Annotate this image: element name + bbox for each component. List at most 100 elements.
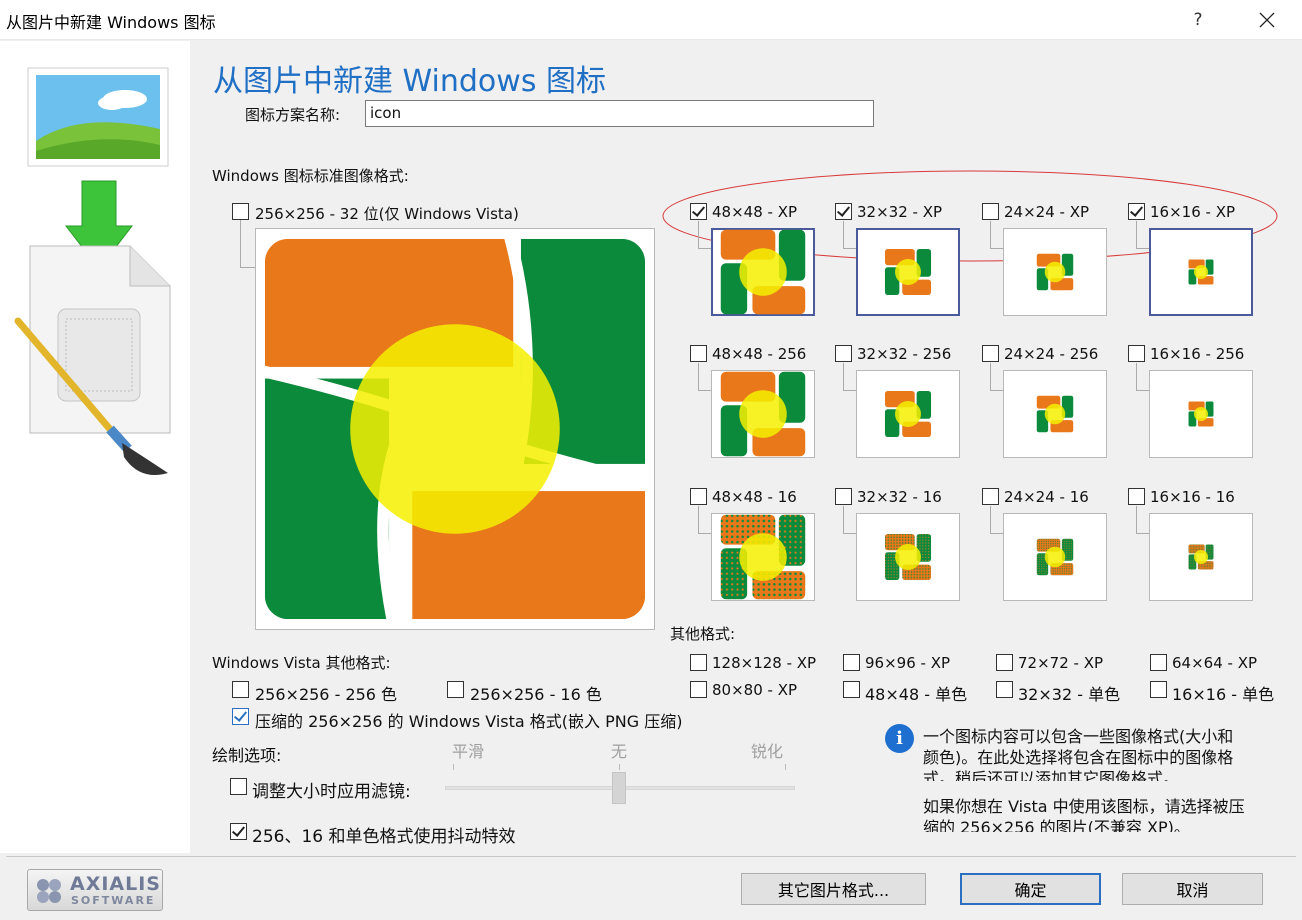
other-format-checkbox[interactable]	[1150, 654, 1167, 671]
dialog-window: 从图片中新建 Windows 图标 ? 从图片中新建 Windows 图标 图标…	[0, 0, 1302, 920]
icon-preview-image	[884, 533, 932, 581]
cancel-button[interactable]: 取消	[1122, 873, 1263, 905]
info-icon: i	[885, 724, 914, 753]
format-label: 32×32 - XP	[857, 203, 943, 221]
format-checkbox[interactable]	[982, 345, 999, 362]
format-checkbox[interactable]	[835, 203, 852, 220]
other-format-label: 96×96 - XP	[865, 654, 951, 672]
other-format-label: 128×128 - XP	[712, 654, 817, 672]
other-format-checkbox[interactable]	[690, 654, 707, 671]
big-icon-preview	[255, 228, 655, 630]
icon-preview	[856, 370, 960, 458]
other-format-checkbox[interactable]	[996, 681, 1013, 698]
sharpen-slider[interactable]	[445, 764, 795, 804]
bottom-separator	[6, 856, 1296, 857]
other-format-checkbox[interactable]	[843, 654, 860, 671]
slider-label-none: 无	[611, 742, 628, 761]
icon-preview	[1149, 370, 1253, 458]
icon-preview	[711, 228, 815, 316]
other-format-label: 72×72 - XP	[1018, 654, 1104, 672]
info-line: 如果你想在 Vista 中使用该图标，请选择被压	[923, 797, 1245, 816]
other-format-checkbox[interactable]	[843, 681, 860, 698]
info-line: 一个图标内容可以包含一些图像格式(大小和	[923, 727, 1234, 746]
format-checkbox[interactable]	[690, 345, 707, 362]
icon-preview-image	[1188, 259, 1214, 285]
icon-preview	[856, 513, 960, 601]
icon-preview-image	[1036, 253, 1074, 291]
slider-label-sharpen: 锐化	[751, 742, 784, 761]
format-checkbox[interactable]	[835, 488, 852, 505]
icon-preview-image	[1188, 544, 1214, 570]
scheme-name-input[interactable]: icon	[365, 100, 874, 127]
format-label: 48×48 - XP	[712, 203, 798, 221]
help-button[interactable]: ?	[1176, 4, 1220, 36]
icon-preview-image	[884, 248, 932, 296]
info-line: 式。稍后还可以添加其它图像格式。	[923, 769, 1180, 781]
icon-preview-image	[1036, 395, 1074, 433]
other-format-label: 32×32 - 单色	[1018, 685, 1121, 704]
icon-preview	[1003, 228, 1107, 316]
format-checkbox[interactable]	[1128, 203, 1145, 220]
close-button[interactable]	[1244, 4, 1290, 36]
other-formats-button[interactable]: 其它图片格式...	[741, 873, 926, 905]
format-checkbox[interactable]	[1128, 488, 1145, 505]
info-text-2: 如果你想在 Vista 中使用该图标，请选择被压 缩的 256×256 的图片(…	[923, 796, 1283, 832]
icon-preview	[711, 370, 815, 458]
format-checkbox[interactable]	[835, 345, 852, 362]
illustration-panel	[0, 41, 190, 853]
std-formats-heading: Windows 图标标准图像格式:	[212, 167, 409, 185]
scheme-name-value: icon	[370, 104, 402, 122]
big-format-checkbox[interactable]	[232, 203, 249, 220]
icon-preview	[1149, 228, 1253, 316]
icon-preview	[1003, 370, 1107, 458]
format-checkbox[interactable]	[690, 203, 707, 220]
help-icon: ?	[1193, 10, 1203, 30]
filter-label: 调整大小时应用滤镜:	[252, 782, 411, 802]
dither-checkbox[interactable]	[230, 823, 247, 840]
format-label: 24×24 - 16	[1004, 488, 1089, 506]
icon-preview-image	[720, 371, 806, 457]
format-checkbox[interactable]	[982, 203, 999, 220]
filter-checkbox[interactable]	[230, 778, 247, 795]
format-label: 24×24 - 256	[1004, 345, 1099, 363]
format-checkbox[interactable]	[690, 488, 707, 505]
icon-preview-image	[1188, 401, 1214, 427]
dither-label: 256、16 和单色格式使用抖动特效	[252, 827, 516, 847]
other-format-label: 80×80 - XP	[712, 681, 798, 699]
vista-png-label: 压缩的 256×256 的 Windows Vista 格式(嵌入 PNG 压缩…	[255, 712, 683, 731]
vista-256-color-checkbox[interactable]	[232, 681, 249, 698]
format-checkbox[interactable]	[1128, 345, 1145, 362]
draw-options-heading: 绘制选项:	[212, 746, 282, 765]
icon-preview-image	[884, 390, 932, 438]
ok-button[interactable]: 确定	[960, 873, 1101, 905]
axialis-logo: AXIALIS SOFTWARE	[27, 869, 163, 911]
scheme-name-label: 图标方案名称:	[245, 106, 341, 124]
icon-preview	[1003, 513, 1107, 601]
big-format-label: 256×256 - 32 位(仅 Windows Vista)	[255, 205, 519, 223]
format-checkbox[interactable]	[982, 488, 999, 505]
other-format-checkbox[interactable]	[996, 654, 1013, 671]
close-icon	[1259, 12, 1275, 28]
icon-preview-image	[720, 229, 806, 315]
vista-16-color-checkbox[interactable]	[447, 681, 464, 698]
slider-label-smooth: 平滑	[452, 742, 485, 761]
big-icon-image	[264, 238, 646, 620]
other-format-checkbox[interactable]	[690, 681, 707, 698]
format-label: 48×48 - 256	[712, 345, 807, 363]
other-format-label: 64×64 - XP	[1172, 654, 1258, 672]
logo-brand: AXIALIS	[70, 873, 161, 895]
slider-thumb[interactable]	[612, 772, 626, 804]
dialog-heading: 从图片中新建 Windows 图标	[213, 64, 606, 99]
logo-mark-icon	[37, 879, 61, 903]
info-text-1: 一个图标内容可以包含一些图像格式(大小和 颜色)。在此处选择将包含在图标中的图像…	[923, 726, 1283, 781]
format-label: 16×16 - 256	[1150, 345, 1245, 363]
vista-png-checkbox[interactable]	[232, 708, 249, 725]
vista-16-color-label: 256×256 - 16 色	[470, 685, 602, 704]
other-format-checkbox[interactable]	[1150, 681, 1167, 698]
other-format-label: 16×16 - 单色	[1172, 685, 1275, 704]
icon-preview	[856, 228, 960, 316]
format-label: 32×32 - 256	[857, 345, 952, 363]
icon-preview-image	[720, 514, 806, 600]
title-bar: 从图片中新建 Windows 图标 ?	[0, 0, 1302, 40]
format-label: 32×32 - 16	[857, 488, 942, 506]
